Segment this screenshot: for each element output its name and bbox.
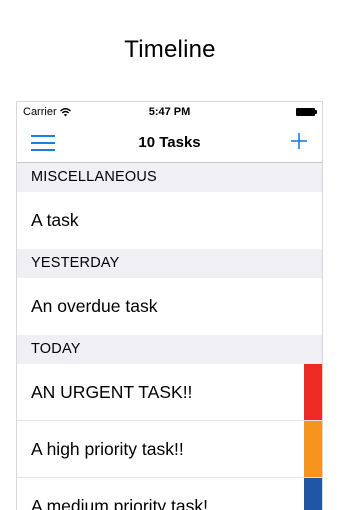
task-label: A high priority task!!	[31, 439, 184, 459]
task-row[interactable]: AN URGENT TASK!!	[17, 364, 322, 421]
task-list: MISCELLANEOUS A task YESTERDAY An overdu…	[17, 163, 322, 510]
plus-icon[interactable]	[288, 130, 310, 152]
task-label: A task	[31, 210, 79, 230]
battery-icon	[296, 108, 317, 116]
navigation-bar: 10 Tasks	[17, 122, 322, 163]
priority-medium-bar	[304, 478, 322, 510]
task-label: A medium priority task!	[31, 496, 208, 510]
task-label: AN URGENT TASK!!	[31, 382, 193, 402]
priority-urgent-bar	[304, 364, 322, 421]
phone-screen: Carrier 5:47 PM 10 Tasks MISCELLANEOUS A…	[16, 101, 323, 510]
section-header-yesterday: YESTERDAY	[17, 249, 322, 278]
status-bar: Carrier 5:47 PM	[17, 102, 322, 122]
task-row[interactable]: An overdue task	[17, 278, 322, 335]
section-header-today: TODAY	[17, 335, 322, 364]
priority-high-bar	[304, 421, 322, 478]
caption-title: Timeline	[124, 36, 216, 63]
task-label: An overdue task	[31, 296, 158, 316]
task-row[interactable]: A task	[17, 192, 322, 249]
task-row[interactable]: A high priority task!!	[17, 421, 322, 478]
screenshot-page: Timeline Carrier 5:47 PM 10 Tasks MISCEL…	[0, 0, 340, 510]
status-time: 5:47 PM	[148, 106, 191, 118]
task-row[interactable]: A medium priority task!	[17, 478, 322, 510]
section-header-miscellaneous: MISCELLANEOUS	[17, 163, 322, 192]
nav-title: 10 Tasks	[138, 134, 201, 151]
